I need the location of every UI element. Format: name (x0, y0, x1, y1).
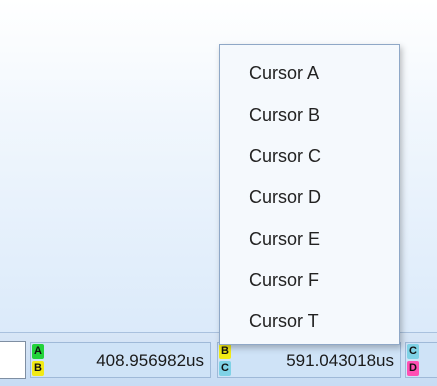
cursor-delta-c-d[interactable]: C D (405, 342, 437, 378)
cursor-delta-b-c[interactable]: B C 591.043018us (217, 342, 401, 378)
cursor-c-badge: C (219, 361, 231, 376)
cursor-pair-badge-icon: A B (32, 344, 44, 376)
cursor-a-badge: A (32, 344, 44, 359)
cursor-context-menu: Cursor A Cursor B Cursor C Cursor D Curs… (219, 44, 400, 345)
left-partial-field[interactable] (0, 341, 26, 379)
cursor-pair-badge-icon: C D (407, 344, 419, 376)
cursor-delta-value: 591.043018us (286, 351, 394, 370)
menu-item-cursor-f[interactable]: Cursor F (249, 265, 319, 295)
cursor-b-badge: B (219, 344, 231, 359)
menu-item-cursor-e[interactable]: Cursor E (249, 224, 320, 254)
cursor-delta-a-b[interactable]: A B 408.956982us (30, 342, 211, 378)
cursor-c-badge: C (407, 344, 419, 359)
cursor-pair-badge-icon: B C (219, 344, 231, 376)
cursor-b-badge: B (32, 361, 44, 376)
menu-item-cursor-a[interactable]: Cursor A (249, 58, 319, 88)
menu-item-cursor-b[interactable]: Cursor B (249, 100, 320, 130)
cursor-delta-value: 408.956982us (96, 351, 204, 370)
menu-item-cursor-d[interactable]: Cursor D (249, 182, 321, 212)
menu-item-cursor-t[interactable]: Cursor T (249, 306, 319, 336)
cursor-d-badge: D (407, 361, 419, 376)
menu-item-cursor-c[interactable]: Cursor C (249, 141, 321, 171)
